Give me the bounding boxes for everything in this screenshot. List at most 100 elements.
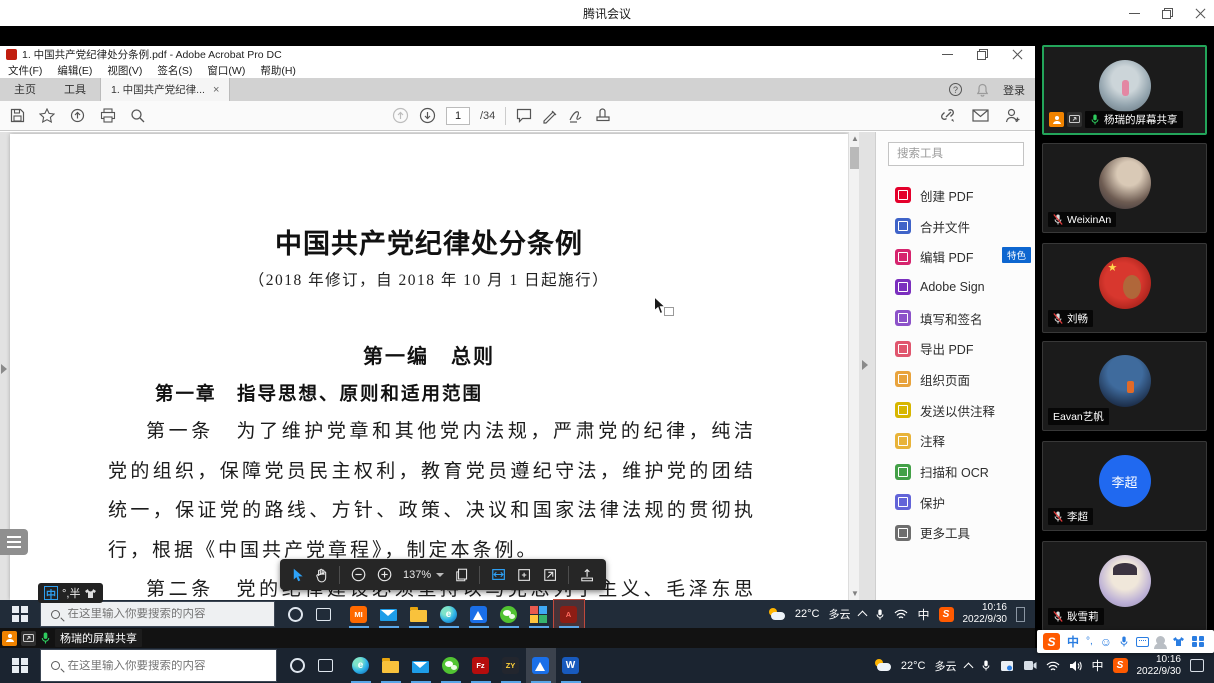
zoom-in-icon[interactable] [377,566,392,583]
start-button-icon[interactable] [12,606,28,622]
taskbar-app-docs[interactable] [464,600,494,628]
task-view-icon[interactable] [318,659,333,672]
ime-punct-width-indicator[interactable]: °,半 [62,585,80,601]
tab-home[interactable]: 主页 [0,77,50,101]
upload-cloud-icon[interactable] [69,108,86,123]
sogou-ime-mini-bar[interactable]: 中 °,半 [38,583,103,603]
tray-camera-icon[interactable] [1023,660,1037,671]
menu-file[interactable]: 文件(F) [8,63,42,78]
save-icon[interactable] [10,108,25,123]
ime-skin-icon[interactable] [1172,636,1185,647]
weather-text[interactable]: 多云 [828,606,850,622]
close-icon[interactable] [1195,8,1206,19]
taskbar-app-edge[interactable]: e [434,600,464,628]
acrobat-close-icon[interactable] [1012,49,1023,60]
weather-temp[interactable]: 22°C [795,608,820,620]
show-desktop-icon[interactable] [1016,607,1025,622]
highlighter-icon[interactable] [542,108,558,124]
zoom-out-icon[interactable] [351,566,366,583]
fullscreen-icon[interactable] [543,567,557,583]
weather-text[interactable]: 多云 [934,658,956,674]
ime-voice-icon[interactable] [1119,635,1129,648]
stamp-icon[interactable] [595,108,611,123]
taskbar-app-meeting-active[interactable] [526,648,556,683]
tab-document[interactable]: 1. 中国共产党纪律... × [100,78,230,101]
sogou-logo-icon[interactable]: S [1043,633,1060,650]
ime-emoji-icon[interactable]: ☺ [1100,635,1112,649]
local-search-input[interactable] [68,660,248,672]
participant-tile[interactable]: 李超 李超 [1042,441,1207,531]
action-center-icon[interactable] [1190,659,1204,672]
tool-combine-files[interactable]: 合并文件 [876,211,1035,242]
ime-punct-indicator[interactable]: °, [1086,636,1093,647]
minimize-icon[interactable] [1129,8,1140,19]
tool-export-pdf[interactable]: 导出 PDF [876,333,1035,364]
page-number-input[interactable] [446,107,470,125]
tray-expand-icon[interactable] [964,662,974,672]
share-upload-icon[interactable] [580,567,594,583]
fit-page-icon[interactable] [517,567,531,583]
taskbar-app-wechat[interactable] [436,648,466,683]
zoom-level-dropdown[interactable]: 137% [403,569,444,581]
start-button-icon[interactable] [12,658,28,674]
email-icon[interactable] [972,109,989,122]
vertical-scrollbar[interactable]: ▲ ▼ [848,132,859,600]
taskbar-app-acrobat-active[interactable]: A [554,600,584,628]
sogou-icon[interactable]: S [939,607,954,622]
pdf-viewport[interactable]: 中国共产党纪律处分条例 （2018 年修订，自 2018 年 10 月 1 日起… [0,132,875,600]
comment-bubble-icon[interactable] [516,108,532,123]
ime-toolbox-icon[interactable] [1192,636,1204,648]
cortana-icon[interactable] [290,658,305,673]
print-icon[interactable] [100,108,116,123]
menu-edit[interactable]: 编辑(E) [57,63,92,78]
select-tool-icon[interactable] [292,567,304,583]
tab-close-icon[interactable]: × [213,84,219,96]
sign-pen-icon[interactable] [568,108,585,123]
tray-network-icon[interactable] [1046,660,1060,672]
help-icon[interactable]: ? [949,83,962,96]
participant-tile[interactable]: 耿雪莉 [1042,541,1207,631]
tray-mic-icon[interactable] [875,608,885,621]
ime-chinese-mode[interactable]: 中 [1067,633,1079,650]
tool-adobe-sign[interactable]: Adobe Sign [876,272,1035,303]
taskbar-app-filezilla[interactable]: Fz [466,648,496,683]
tray-clock[interactable]: 10:162022/9/30 [963,602,1008,626]
tool-scan-ocr[interactable]: 扫描和 OCR [876,456,1035,487]
tray-mic-icon[interactable] [981,659,991,672]
shared-taskbar-search[interactable] [40,601,275,627]
ime-skin-icon[interactable] [84,588,97,599]
menu-window[interactable]: 窗口(W) [207,63,245,78]
cortana-icon[interactable] [288,607,303,622]
share-link-icon[interactable] [939,108,956,123]
tray-clock[interactable]: 10:162022/9/30 [1137,654,1182,678]
ime-chinese-mode-icon[interactable]: 中 [44,586,58,600]
next-page-icon[interactable] [419,107,436,124]
tab-tools[interactable]: 工具 [50,77,100,101]
menu-view[interactable]: 视图(V) [107,63,142,78]
page-copy-icon[interactable] [455,567,468,583]
tools-search-input[interactable] [888,142,1024,166]
task-view-icon[interactable] [316,608,331,621]
ime-account-icon[interactable] [1156,636,1165,645]
tray-network-icon[interactable] [894,608,908,620]
weather-temp[interactable]: 22°C [901,660,926,672]
taskbar-app-mail[interactable] [374,600,404,628]
menu-help[interactable]: 帮助(H) [260,63,296,78]
participant-tile[interactable]: WeixinAn [1042,143,1207,233]
tool-organize-pages[interactable]: 组织页面 [876,364,1035,395]
participant-tile[interactable]: 刘畅 [1042,243,1207,333]
tool-more-tools[interactable]: 更多工具 [876,518,1035,549]
acrobat-restore-icon[interactable] [977,49,988,60]
scroll-up-icon[interactable]: ▲ [851,134,859,143]
taskbar-app-mail[interactable] [406,648,436,683]
hand-tool-icon[interactable] [315,567,328,583]
taskbar-app-word[interactable]: W [556,648,586,683]
tray-contact-icon[interactable] [1000,660,1014,672]
ime-keyboard-icon[interactable] [1136,637,1149,647]
restore-icon[interactable] [1162,8,1173,19]
weather-icon[interactable] [768,608,786,621]
add-person-icon[interactable] [1005,108,1021,123]
taskbar-app-wechat[interactable] [494,600,524,628]
acrobat-minimize-icon[interactable] [942,49,953,60]
tray-ime-indicator[interactable]: 中 [917,606,929,623]
